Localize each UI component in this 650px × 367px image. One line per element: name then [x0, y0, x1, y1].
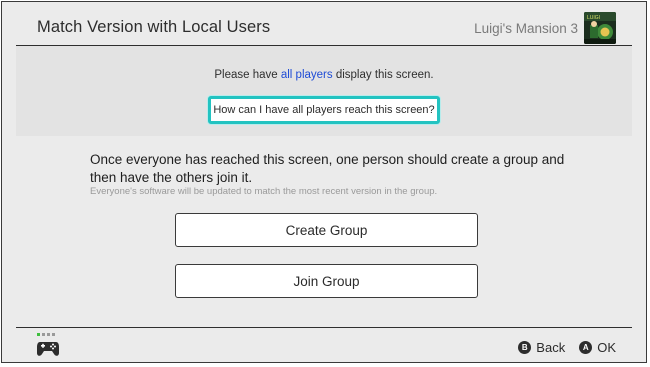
- footer-actions: B Back A OK: [518, 340, 616, 355]
- game-name: Luigi's Mansion 3: [474, 20, 578, 36]
- svg-text:LUIGI: LUIGI: [587, 15, 600, 21]
- info-panel: Please have all players display this scr…: [16, 46, 632, 136]
- back-hint[interactable]: B Back: [518, 340, 565, 355]
- back-label: Back: [536, 340, 566, 355]
- b-button-icon: B: [518, 341, 532, 354]
- footer: B Back A OK: [2, 328, 646, 362]
- ok-hint[interactable]: A OK: [579, 340, 616, 355]
- info-prefix: Please have: [214, 69, 281, 81]
- game-cover-icon: LUIGI: [584, 12, 616, 44]
- instruction-text: Once everyone has reached this screen, o…: [90, 152, 565, 185]
- info-message: Please have all players display this scr…: [16, 69, 632, 81]
- a-button-icon: A: [579, 341, 593, 354]
- game-info: Luigi's Mansion 3 LUIGI: [474, 11, 616, 45]
- help-reach-screen-button[interactable]: How can I have all players reach this sc…: [208, 96, 440, 124]
- create-group-button[interactable]: Create Group: [175, 213, 478, 247]
- join-group-button[interactable]: Join Group: [175, 264, 478, 298]
- info-suffix: display this screen.: [332, 69, 434, 81]
- controller-icon: [36, 333, 60, 359]
- all-players-link[interactable]: all players: [281, 69, 333, 81]
- version-note: Everyone's software will be updated to m…: [90, 186, 438, 197]
- app-window: Match Version with Local Users Luigi's M…: [1, 1, 647, 363]
- page-title: Match Version with Local Users: [37, 18, 271, 36]
- ok-label: OK: [597, 340, 616, 355]
